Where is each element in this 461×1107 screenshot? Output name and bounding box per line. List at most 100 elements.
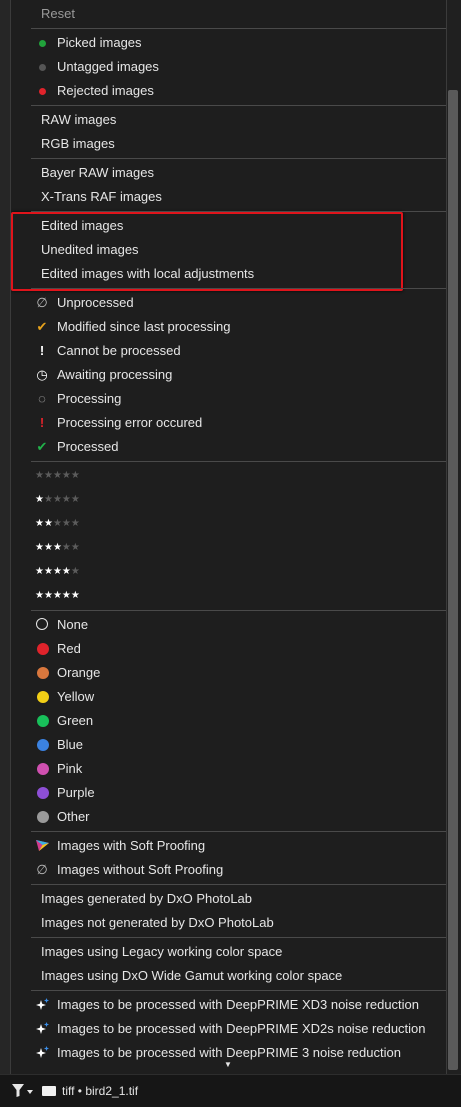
menu-item-rating-3[interactable]: ★★★★★ — [11, 536, 446, 560]
menu-item-label: Blue — [57, 737, 84, 752]
menu-item-filetype-0[interactable]: RAW images — [11, 108, 446, 132]
rating-2-stars-icon: ★★★★★ — [35, 512, 80, 536]
menu-item-edited-2[interactable]: Edited images with local adjustments — [11, 262, 446, 286]
star-icon: ★ — [70, 494, 80, 505]
menu-item-filetype-1[interactable]: RGB images — [11, 132, 446, 156]
menu-item-label: Processing — [57, 391, 122, 406]
menu-item-label: Pink — [57, 761, 83, 776]
rating-0-stars-icon: ★★★★★ — [35, 464, 80, 488]
menu-item-label: Images not generated by DxO PhotoLab — [41, 915, 274, 930]
menu-item-label: Images without Soft Proofing — [57, 862, 224, 877]
menu-item-edited-0[interactable]: Edited images — [11, 214, 446, 238]
menu-item-label: Red — [57, 641, 81, 656]
menu-item-color-1[interactable]: Red — [11, 637, 446, 661]
menu-item-processing-4[interactable]: ◌ Processing — [11, 387, 446, 411]
red-circle-icon — [37, 643, 49, 655]
menu-separator — [31, 461, 446, 462]
menu-item-label: X-Trans RAF images — [41, 189, 162, 204]
empty-set-icon: ∅ — [36, 295, 48, 310]
menu-item-sensor-0[interactable]: Bayer RAW images — [11, 161, 446, 185]
soft-proofing-icon — [35, 839, 49, 853]
star-icon: ★ — [52, 470, 62, 481]
star-icon: ★ — [43, 470, 53, 481]
menu-item-generated-1[interactable]: Images not generated by DxO PhotoLab — [11, 911, 446, 935]
scrollbar[interactable] — [445, 0, 461, 1074]
menu-item-processing-0[interactable]: ∅ Unprocessed — [11, 291, 446, 315]
menu-item-label: Untagged images — [57, 59, 159, 74]
star-icon: ★ — [52, 566, 62, 577]
menu-item-processing-3[interactable]: ◷ Awaiting processing — [11, 363, 446, 387]
blue-circle-icon — [37, 739, 49, 751]
star-icon: ★ — [35, 494, 44, 505]
menu-item-softproof-1[interactable]: ∅ Images without Soft Proofing — [11, 858, 446, 882]
menu-item-pick-0[interactable]: Picked images — [11, 31, 446, 55]
menu-item-label: Cannot be processed — [57, 343, 181, 358]
menu-item-label: Bayer RAW images — [41, 165, 154, 180]
star-icon: ★ — [52, 542, 62, 553]
pink-circle-icon — [37, 763, 49, 775]
menu-item-deepprime-2[interactable]: Images to be processed with DeepPRIME 3 … — [11, 1041, 446, 1065]
menu-separator — [31, 158, 446, 159]
menu-item-reset[interactable]: Reset — [11, 2, 446, 26]
menu-item-color-7[interactable]: Purple — [11, 781, 446, 805]
menu-item-rating-4[interactable]: ★★★★★ — [11, 560, 446, 584]
menu-item-pick-1[interactable]: Untagged images — [11, 55, 446, 79]
menu-item-deepprime-0[interactable]: Images to be processed with DeepPRIME XD… — [11, 993, 446, 1017]
menu-item-label: Processing error occured — [57, 415, 203, 430]
menu-item-label: Other — [57, 809, 90, 824]
menu-item-processing-2[interactable]: ! Cannot be processed — [11, 339, 446, 363]
menu-item-rating-2[interactable]: ★★★★★ — [11, 512, 446, 536]
menu-item-generated-0[interactable]: Images generated by DxO PhotoLab — [11, 887, 446, 911]
star-icon: ★ — [43, 566, 53, 577]
star-icon: ★ — [35, 566, 44, 577]
other-circle-icon — [37, 811, 49, 823]
star-icon: ★ — [43, 542, 53, 553]
star-icon: ★ — [35, 590, 44, 601]
menu-item-label: Edited images — [41, 218, 124, 233]
menu-item-label: Images with Soft Proofing — [57, 838, 206, 853]
menu-item-color-5[interactable]: Blue — [11, 733, 446, 757]
menu-item-color-8[interactable]: Other — [11, 805, 446, 829]
menu-item-label: Images to be processed with DeepPRIME 3 … — [57, 1045, 401, 1060]
menu-item-rating-1[interactable]: ★★★★★ — [11, 488, 446, 512]
filter-button[interactable] — [12, 1084, 34, 1101]
star-icon: ★ — [61, 518, 71, 529]
menu-item-sensor-1[interactable]: X-Trans RAF images — [11, 185, 446, 209]
folder-name[interactable]: tiff — [62, 1084, 74, 1098]
menu-item-color-2[interactable]: Orange — [11, 661, 446, 685]
menu-item-color-3[interactable]: Yellow — [11, 685, 446, 709]
left-background — [0, 0, 10, 1074]
menu-item-label: Orange — [57, 665, 101, 680]
scrollbar-thumb[interactable] — [448, 90, 458, 1070]
menu-item-label: Unprocessed — [57, 295, 134, 310]
orange-circle-icon — [37, 667, 49, 679]
star-icon: ★ — [70, 518, 80, 529]
sparkle-icon — [35, 1046, 49, 1060]
star-icon: ★ — [43, 494, 53, 505]
menu-item-rating-5[interactable]: ★★★★★ — [11, 584, 446, 608]
menu-item-processing-6[interactable]: ✔ Processed — [11, 435, 446, 459]
path-breadcrumb: tiff • bird2_1.tif — [42, 1083, 138, 1099]
menu-item-deepprime-1[interactable]: Images to be processed with DeepPRIME XD… — [11, 1017, 446, 1041]
menu-item-colorspace-1[interactable]: Images using DxO Wide Gamut working colo… — [11, 964, 446, 988]
menu-item-softproof-0[interactable]: Images with Soft Proofing — [11, 834, 446, 858]
menu-item-label: Images to be processed with DeepPRIME XD… — [57, 997, 420, 1012]
menu-item-color-6[interactable]: Pink — [11, 757, 446, 781]
menu-item-label: Green — [57, 713, 94, 728]
menu-item-color-0[interactable]: None — [11, 613, 446, 637]
menu-item-color-4[interactable]: Green — [11, 709, 446, 733]
picked-dot-icon — [39, 40, 46, 47]
menu-separator — [31, 610, 446, 611]
menu-item-label: Images generated by DxO PhotoLab — [41, 891, 253, 906]
menu-item-edited-1[interactable]: Unedited images — [11, 238, 446, 262]
menu-item-pick-2[interactable]: Rejected images — [11, 79, 446, 103]
menu-item-processing-5[interactable]: ! Processing error occured — [11, 411, 446, 435]
rating-4-stars-icon: ★★★★★ — [35, 560, 80, 584]
menu-item-rating-0[interactable]: ★★★★★ — [11, 464, 446, 488]
menu-item-processing-1[interactable]: ✔ Modified since last processing — [11, 315, 446, 339]
rating-3-stars-icon: ★★★★★ — [35, 536, 80, 560]
status-bar: tiff • bird2_1.tif — [0, 1074, 461, 1107]
menu-item-colorspace-0[interactable]: Images using Legacy working color space — [11, 940, 446, 964]
spinner-icon: ◌ — [38, 391, 46, 406]
purple-circle-icon — [37, 787, 49, 799]
